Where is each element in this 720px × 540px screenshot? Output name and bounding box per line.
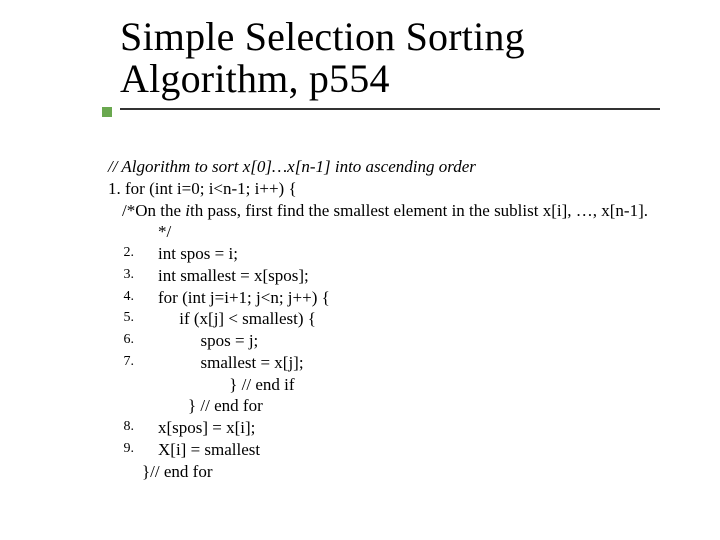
code-text: x[spos] = x[i]; <box>158 417 708 439</box>
algo-comment-range: x[0]…x[n-1] <box>243 157 331 176</box>
slide-body: // Algorithm to sort x[0]…x[n-1] into as… <box>108 156 708 482</box>
code-text: spos = j; <box>158 330 708 352</box>
pass-comment: /*On the ith pass, first find the smalle… <box>108 200 708 222</box>
algo-comment-pre: // Algorithm to sort <box>108 157 243 176</box>
algo-comment-post: into ascending order <box>331 157 476 176</box>
end-if: } // end if <box>108 374 708 396</box>
title-block: Simple Selection Sorting Algorithm, p554 <box>120 16 660 110</box>
code-text: int spos = i; <box>158 243 708 265</box>
code-row-4: 4. for (int j=i+1; j<n; j++) { <box>108 287 708 309</box>
pass-comment-close: */ <box>108 221 708 243</box>
code-text: if (x[j] < smallest) { <box>158 308 708 330</box>
code-text: X[i] = smallest <box>158 439 708 461</box>
title-bullet-icon <box>102 107 112 117</box>
end-inner-for: } // end for <box>108 395 708 417</box>
algo-comment: // Algorithm to sort x[0]…x[n-1] into as… <box>108 156 708 178</box>
code-text: smallest = x[j]; <box>158 352 708 374</box>
line-number: 6. <box>108 330 134 352</box>
pass-comment-post: th pass, first find the smallest element… <box>190 201 648 220</box>
pass-comment-pre: /*On the <box>122 201 185 220</box>
code-line-1: 1. for (int i=0; i<n-1; i++) { <box>108 178 708 200</box>
line-number: 7. <box>108 352 134 374</box>
code-row-5: 5. if (x[j] < smallest) { <box>108 308 708 330</box>
code-text: int smallest = x[spos]; <box>158 265 708 287</box>
code-row-6: 6. spos = j; <box>108 330 708 352</box>
line-number: 8. <box>108 417 134 439</box>
code-row-2: 2. int spos = i; <box>108 243 708 265</box>
slide: Simple Selection Sorting Algorithm, p554… <box>0 0 720 540</box>
title-underline <box>120 108 660 110</box>
title-line2: Algorithm, p554 <box>120 56 390 101</box>
code-row-8: 8. x[spos] = x[i]; <box>108 417 708 439</box>
code-row-9: 9. X[i] = smallest <box>108 439 708 461</box>
line-number: 5. <box>108 308 134 330</box>
line-number: 2. <box>108 243 134 265</box>
line-number: 3. <box>108 265 134 287</box>
line-number: 9. <box>108 439 134 461</box>
title-line1: Simple Selection Sorting <box>120 14 525 59</box>
line-number: 4. <box>108 287 134 309</box>
code-row-3: 3. int smallest = x[spos]; <box>108 265 708 287</box>
end-outer-for: }// end for <box>108 461 708 483</box>
code-row-7: 7. smallest = x[j]; <box>108 352 708 374</box>
code-text: for (int j=i+1; j<n; j++) { <box>158 287 708 309</box>
slide-title: Simple Selection Sorting Algorithm, p554 <box>120 16 660 100</box>
